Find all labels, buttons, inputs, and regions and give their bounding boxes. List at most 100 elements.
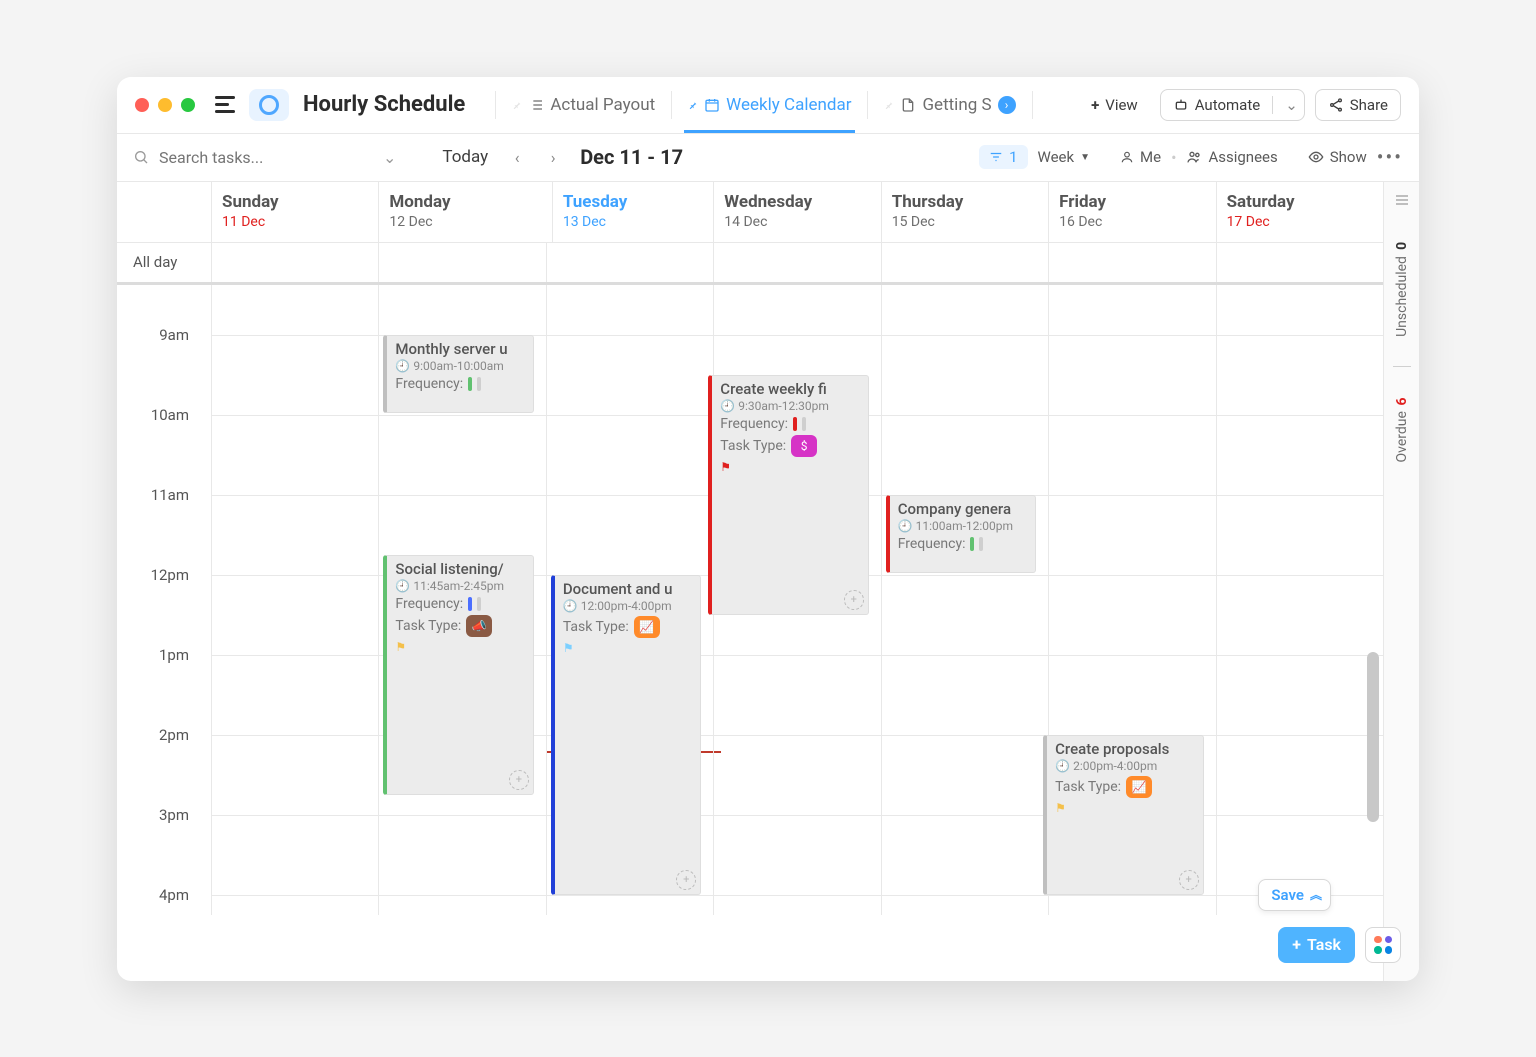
calendar: Sunday11 Dec Monday12 Dec Tuesday13 Dec …: [117, 182, 1419, 981]
day-header-sat[interactable]: Saturday17 Dec: [1216, 182, 1383, 242]
clock-icon: 🕘: [720, 399, 735, 413]
clock-icon: 🕘: [395, 359, 410, 373]
pin-icon: [688, 100, 698, 110]
scrollbar-thumb[interactable]: [1367, 652, 1379, 822]
tab-getting-started[interactable]: Getting S ›: [874, 77, 1025, 133]
close-window[interactable]: [135, 98, 149, 112]
plus-icon: +: [1091, 96, 1099, 114]
add-assignee-icon[interactable]: +: [844, 590, 864, 610]
tab-actual-payout[interactable]: Actual Payout: [502, 77, 665, 133]
day-col-sun[interactable]: [211, 285, 378, 915]
chart-icon: 📈: [1126, 776, 1152, 798]
filter-icon: [989, 150, 1003, 164]
day-col-sat[interactable]: [1216, 285, 1383, 915]
prev-week-button[interactable]: ‹: [504, 144, 530, 170]
day-col-wed[interactable]: Create weekly fi 🕘9:30am-12:30pm Frequen…: [713, 285, 880, 915]
event-monthly-server[interactable]: Monthly server u 🕘9:00am-10:00am Frequen…: [383, 335, 533, 413]
share-button[interactable]: Share: [1315, 89, 1401, 121]
dollar-icon: $: [791, 435, 817, 457]
chevron-down-icon[interactable]: ⌄: [383, 148, 396, 167]
day-header-fri[interactable]: Friday16 Dec: [1048, 182, 1215, 242]
clock-icon: 🕘: [898, 519, 913, 533]
calendar-toolbar: ⌄ Today ‹ › Dec 11 - 17 1 Week ▼ Me • As…: [117, 134, 1419, 182]
chevron-down-icon[interactable]: ⌄: [1285, 96, 1298, 114]
day-header-tue[interactable]: Tuesday13 Dec: [552, 182, 707, 242]
event-create-proposals[interactable]: Create proposals 🕘2:00pm-4:00pm Task Typ…: [1043, 735, 1203, 895]
filter-button[interactable]: 1: [979, 145, 1027, 169]
settings-lines-icon[interactable]: [1394, 192, 1410, 212]
overdue-panel-toggle[interactable]: Overdue 6: [1394, 397, 1410, 462]
search-icon: [133, 149, 149, 165]
eye-icon: [1308, 149, 1324, 165]
next-week-button[interactable]: ›: [540, 144, 566, 170]
show-toggle[interactable]: Show: [1308, 148, 1367, 166]
event-document-and-u[interactable]: Document and u 🕘12:00pm-4:00pm Task Type…: [551, 575, 701, 895]
list-status-icon[interactable]: [249, 89, 289, 121]
clock-icon: 🕘: [395, 579, 410, 593]
day-col-mon[interactable]: Monthly server u 🕘9:00am-10:00am Frequen…: [378, 285, 545, 915]
today-button[interactable]: Today: [442, 147, 488, 167]
calendar-icon: [704, 97, 720, 113]
pin-icon: [512, 100, 522, 110]
share-icon: [1328, 97, 1344, 113]
search-input[interactable]: [157, 147, 327, 168]
time-column: 9am 10am 11am 12pm 1pm 2pm 3pm 4pm: [117, 285, 211, 915]
day-header-mon[interactable]: Monday12 Dec: [378, 182, 545, 242]
clock-icon: 🕘: [1055, 759, 1070, 773]
chart-icon: 📈: [634, 616, 660, 638]
day-header-sun[interactable]: Sunday11 Dec: [211, 182, 378, 242]
day-col-fri[interactable]: Create proposals 🕘2:00pm-4:00pm Task Typ…: [1048, 285, 1215, 915]
tab-label: Actual Payout: [550, 95, 655, 115]
unscheduled-panel-toggle[interactable]: Unscheduled 0: [1394, 242, 1410, 337]
flag-icon: ⚑: [720, 460, 861, 474]
add-assignee-icon[interactable]: +: [509, 770, 529, 790]
assignees-filter[interactable]: Assignees: [1186, 148, 1277, 166]
view-tabs: Actual Payout Weekly Calendar Getting S …: [489, 77, 1038, 133]
maximize-window[interactable]: [181, 98, 195, 112]
scale-selector[interactable]: Week ▼: [1038, 148, 1091, 166]
menu-icon[interactable]: [215, 96, 235, 113]
tab-weekly-calendar[interactable]: Weekly Calendar: [678, 77, 861, 133]
list-icon: [528, 97, 544, 113]
chevron-right-icon[interactable]: ›: [998, 96, 1016, 114]
day-header-wed[interactable]: Wednesday14 Dec: [713, 182, 880, 242]
side-rail: Unscheduled 0 Overdue 6: [1383, 182, 1419, 981]
day-col-tue[interactable]: Document and u 🕘12:00pm-4:00pm Task Type…: [546, 285, 713, 915]
all-day-row: All day: [117, 243, 1383, 285]
pin-icon: [884, 100, 894, 110]
add-view-button[interactable]: + View: [1079, 90, 1150, 120]
event-social-listening[interactable]: Social listening/ 🕘11:45am-2:45pm Freque…: [383, 555, 533, 795]
clock-icon: 🕘: [563, 599, 578, 613]
tab-label: Getting S: [922, 95, 991, 115]
add-assignee-icon[interactable]: +: [1179, 870, 1199, 890]
add-assignee-icon[interactable]: +: [676, 870, 696, 890]
users-icon: [1186, 149, 1202, 165]
plus-icon: +: [1292, 935, 1301, 954]
apps-button[interactable]: [1365, 927, 1401, 963]
tab-label: Weekly Calendar: [726, 95, 851, 115]
event-create-weekly[interactable]: Create weekly fi 🕘9:30am-12:30pm Frequen…: [708, 375, 868, 615]
app-window: Hourly Schedule Actual Payout Weekly Cal…: [117, 77, 1419, 981]
search-box[interactable]: [133, 147, 373, 168]
day-header-thu[interactable]: Thursday15 Dec: [881, 182, 1048, 242]
date-range: Dec 11 - 17: [580, 145, 683, 169]
day-col-thu[interactable]: Company genera 🕘11:00am-12:00pm Frequenc…: [881, 285, 1048, 915]
time-grid[interactable]: 9am 10am 11am 12pm 1pm 2pm 3pm 4pm Month…: [117, 285, 1383, 915]
automate-button[interactable]: Automate ⌄: [1160, 89, 1305, 121]
user-icon: [1120, 150, 1134, 164]
chevrons-up-icon: ︽: [1310, 886, 1318, 903]
minimize-window[interactable]: [158, 98, 172, 112]
all-day-label: All day: [117, 243, 211, 282]
event-company-general[interactable]: Company genera 🕘11:00am-12:00pm Frequenc…: [886, 495, 1036, 573]
flag-icon: ⚑: [1055, 801, 1196, 815]
day-headers: Sunday11 Dec Monday12 Dec Tuesday13 Dec …: [117, 182, 1383, 243]
doc-icon: [900, 97, 916, 113]
megaphone-icon: 📣: [466, 615, 492, 637]
new-task-button[interactable]: + Task: [1278, 927, 1355, 963]
page-title: Hourly Schedule: [303, 92, 465, 117]
save-view-button[interactable]: Save ︽: [1258, 879, 1331, 911]
robot-icon: [1173, 97, 1189, 113]
me-filter[interactable]: Me: [1120, 148, 1161, 166]
more-menu[interactable]: •••: [1377, 145, 1403, 169]
flag-icon: ⚑: [395, 640, 526, 654]
